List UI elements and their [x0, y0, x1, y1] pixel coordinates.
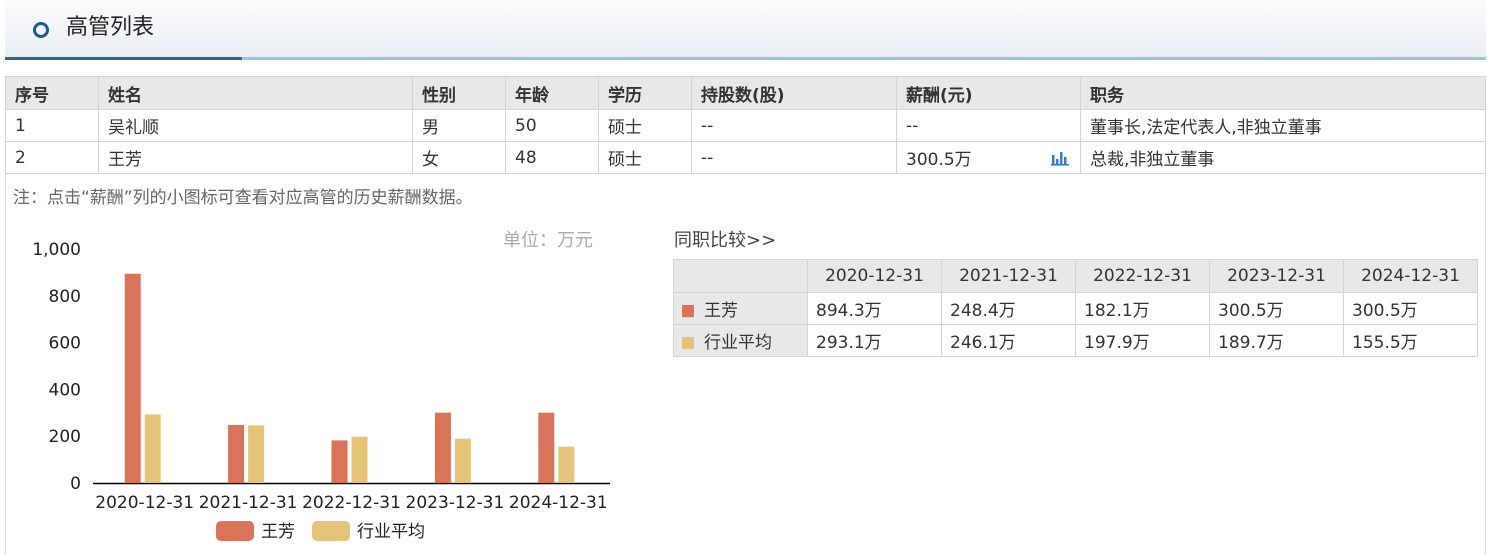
- series-swatch: [682, 305, 694, 317]
- bar-series2: [351, 436, 368, 483]
- comparison-date-header: 2024-12-31: [1343, 259, 1478, 293]
- col-header-name: 姓名: [98, 76, 413, 110]
- bars: [124, 273, 575, 483]
- legend-swatch: [312, 521, 350, 541]
- section-header: [5, 0, 1486, 57]
- col-header-age: 年龄: [505, 76, 599, 110]
- y-tick-label: 800: [49, 287, 81, 307]
- comparison-value: 248.4万: [941, 292, 1076, 325]
- comparison-row: 行业平均 293.1万 246.1万 197.9万 189.7万 155.5万: [673, 324, 1478, 357]
- legend-label: 行业平均: [357, 522, 425, 542]
- chart-legend: 王芳 行业平均: [216, 521, 425, 542]
- table-row: 1 吴礼顺 男 50 硕士 -- -- 董事长,法定代表人,非独立董事: [5, 109, 1486, 142]
- bar-series2: [248, 425, 265, 483]
- cell-age: 48: [505, 141, 599, 174]
- cell-age: 50: [505, 109, 599, 142]
- salary-history-chart-icon[interactable]: [1050, 150, 1070, 166]
- cell-gender: 女: [412, 141, 506, 174]
- section-title: 高管列表: [66, 15, 155, 40]
- cell-name: 吴礼顺: [98, 109, 413, 142]
- cell-shares: --: [691, 109, 897, 142]
- y-tick-label: 600: [49, 334, 81, 354]
- comparison-series-name: 行业平均: [704, 333, 772, 353]
- executive-table: 序号 姓名 性别 年龄 学历 持股数(股) 薪酬(元) 职务 1 吴礼顺 男 5…: [5, 76, 1486, 174]
- cell-salary: --: [896, 109, 1081, 142]
- bar-series1: [228, 424, 245, 483]
- bar-series1: [538, 412, 555, 483]
- comparison-value: 246.1万: [941, 324, 1076, 357]
- x-tick-label: 2020-12-31: [95, 493, 194, 513]
- legend-swatch: [216, 521, 254, 541]
- comparison-value: 894.3万: [807, 292, 942, 325]
- col-header-position: 职务: [1080, 76, 1486, 110]
- table-row: 2 王芳 女 48 硕士 -- 300.5万 总裁,非独立董事: [5, 141, 1486, 174]
- cell-salary: 300.5万: [896, 141, 1081, 174]
- y-tick-label: 200: [49, 427, 81, 447]
- x-tick-label: 2021-12-31: [199, 493, 298, 513]
- y-axis-labels: 0 200 400 600 800 1,000: [32, 240, 81, 494]
- cell-index: 1: [5, 109, 99, 142]
- cell-shares: --: [691, 141, 897, 174]
- comparison-series-name: 王芳: [704, 301, 738, 321]
- bar-series1: [124, 273, 141, 483]
- cell-education: 硕士: [598, 109, 692, 142]
- peer-comparison-link[interactable]: 同职比较>>: [674, 226, 776, 252]
- cell-position: 总裁,非独立董事: [1080, 141, 1486, 174]
- comparison-corner: [673, 259, 808, 293]
- comparison-header-row: 2020-12-31 2021-12-31 2022-12-31 2023-12…: [673, 259, 1478, 293]
- comparison-date-header: 2023-12-31: [1209, 259, 1344, 293]
- bar-series2: [558, 446, 575, 483]
- bar-series1: [434, 412, 451, 483]
- comparison-date-header: 2021-12-31: [941, 259, 1076, 293]
- comparison-row: 王芳 894.3万 248.4万 182.1万 300.5万 300.5万: [673, 292, 1478, 325]
- col-header-index: 序号: [5, 76, 99, 110]
- col-header-education: 学历: [598, 76, 692, 110]
- salary-bar-chart: 02004006008001,000 2020-12-31 2021-12-31 2…: [32, 240, 610, 542]
- cell-position: 董事长,法定代表人,非独立董事: [1080, 109, 1486, 142]
- comparison-date-header: 2020-12-31: [807, 259, 942, 293]
- col-header-shares: 持股数(股): [691, 76, 897, 110]
- comparison-value: 293.1万: [807, 324, 942, 357]
- comparison-value: 189.7万: [1209, 324, 1344, 357]
- col-header-salary: 薪酬(元): [896, 76, 1081, 110]
- comparison-series-label: 王芳: [673, 292, 808, 325]
- header-underline-accent: [5, 57, 242, 60]
- x-tick-label: 2023-12-31: [406, 493, 505, 513]
- bar-series2: [144, 414, 161, 483]
- cell-index: 2: [5, 141, 99, 174]
- y-tick-label: 1,000: [32, 240, 81, 260]
- table-header-row: 序号 姓名 性别 年龄 学历 持股数(股) 薪酬(元) 职务: [5, 76, 1486, 110]
- y-tick-label: 0: [70, 474, 81, 494]
- cell-salary-value: 300.5万: [906, 150, 972, 170]
- cell-name: 王芳: [98, 141, 413, 174]
- x-tick-label: 2022-12-31: [302, 493, 401, 513]
- cell-education: 硕士: [598, 141, 692, 174]
- comparison-date-header: 2022-12-31: [1075, 259, 1210, 293]
- bar-series2: [454, 438, 471, 483]
- comparison-value: 197.9万: [1075, 324, 1210, 357]
- circle-bullet-icon: [33, 22, 49, 38]
- comparison-series-label: 行业平均: [673, 324, 808, 357]
- bar-series1: [331, 440, 348, 483]
- x-axis-labels: 2020-12-31 2021-12-31 2022-12-31 2023-12-31…: [95, 493, 607, 513]
- comparison-value: 182.1万: [1075, 292, 1210, 325]
- comparison-value: 300.5万: [1209, 292, 1344, 325]
- salary-note: 注：点击“薪酬”列的小图标可查看对应高管的历史薪酬数据。: [13, 188, 473, 208]
- comparison-value: 300.5万: [1343, 292, 1478, 325]
- series-swatch: [682, 337, 694, 349]
- cell-gender: 男: [412, 109, 506, 142]
- legend-label: 王芳: [261, 522, 295, 542]
- x-tick-label: 2024-12-31: [509, 493, 608, 513]
- comparison-value: 155.5万: [1343, 324, 1478, 357]
- col-header-gender: 性别: [412, 76, 506, 110]
- peer-comparison-table: 2020-12-31 2021-12-31 2022-12-31 2023-12…: [673, 259, 1478, 357]
- y-tick-label: 400: [49, 380, 81, 400]
